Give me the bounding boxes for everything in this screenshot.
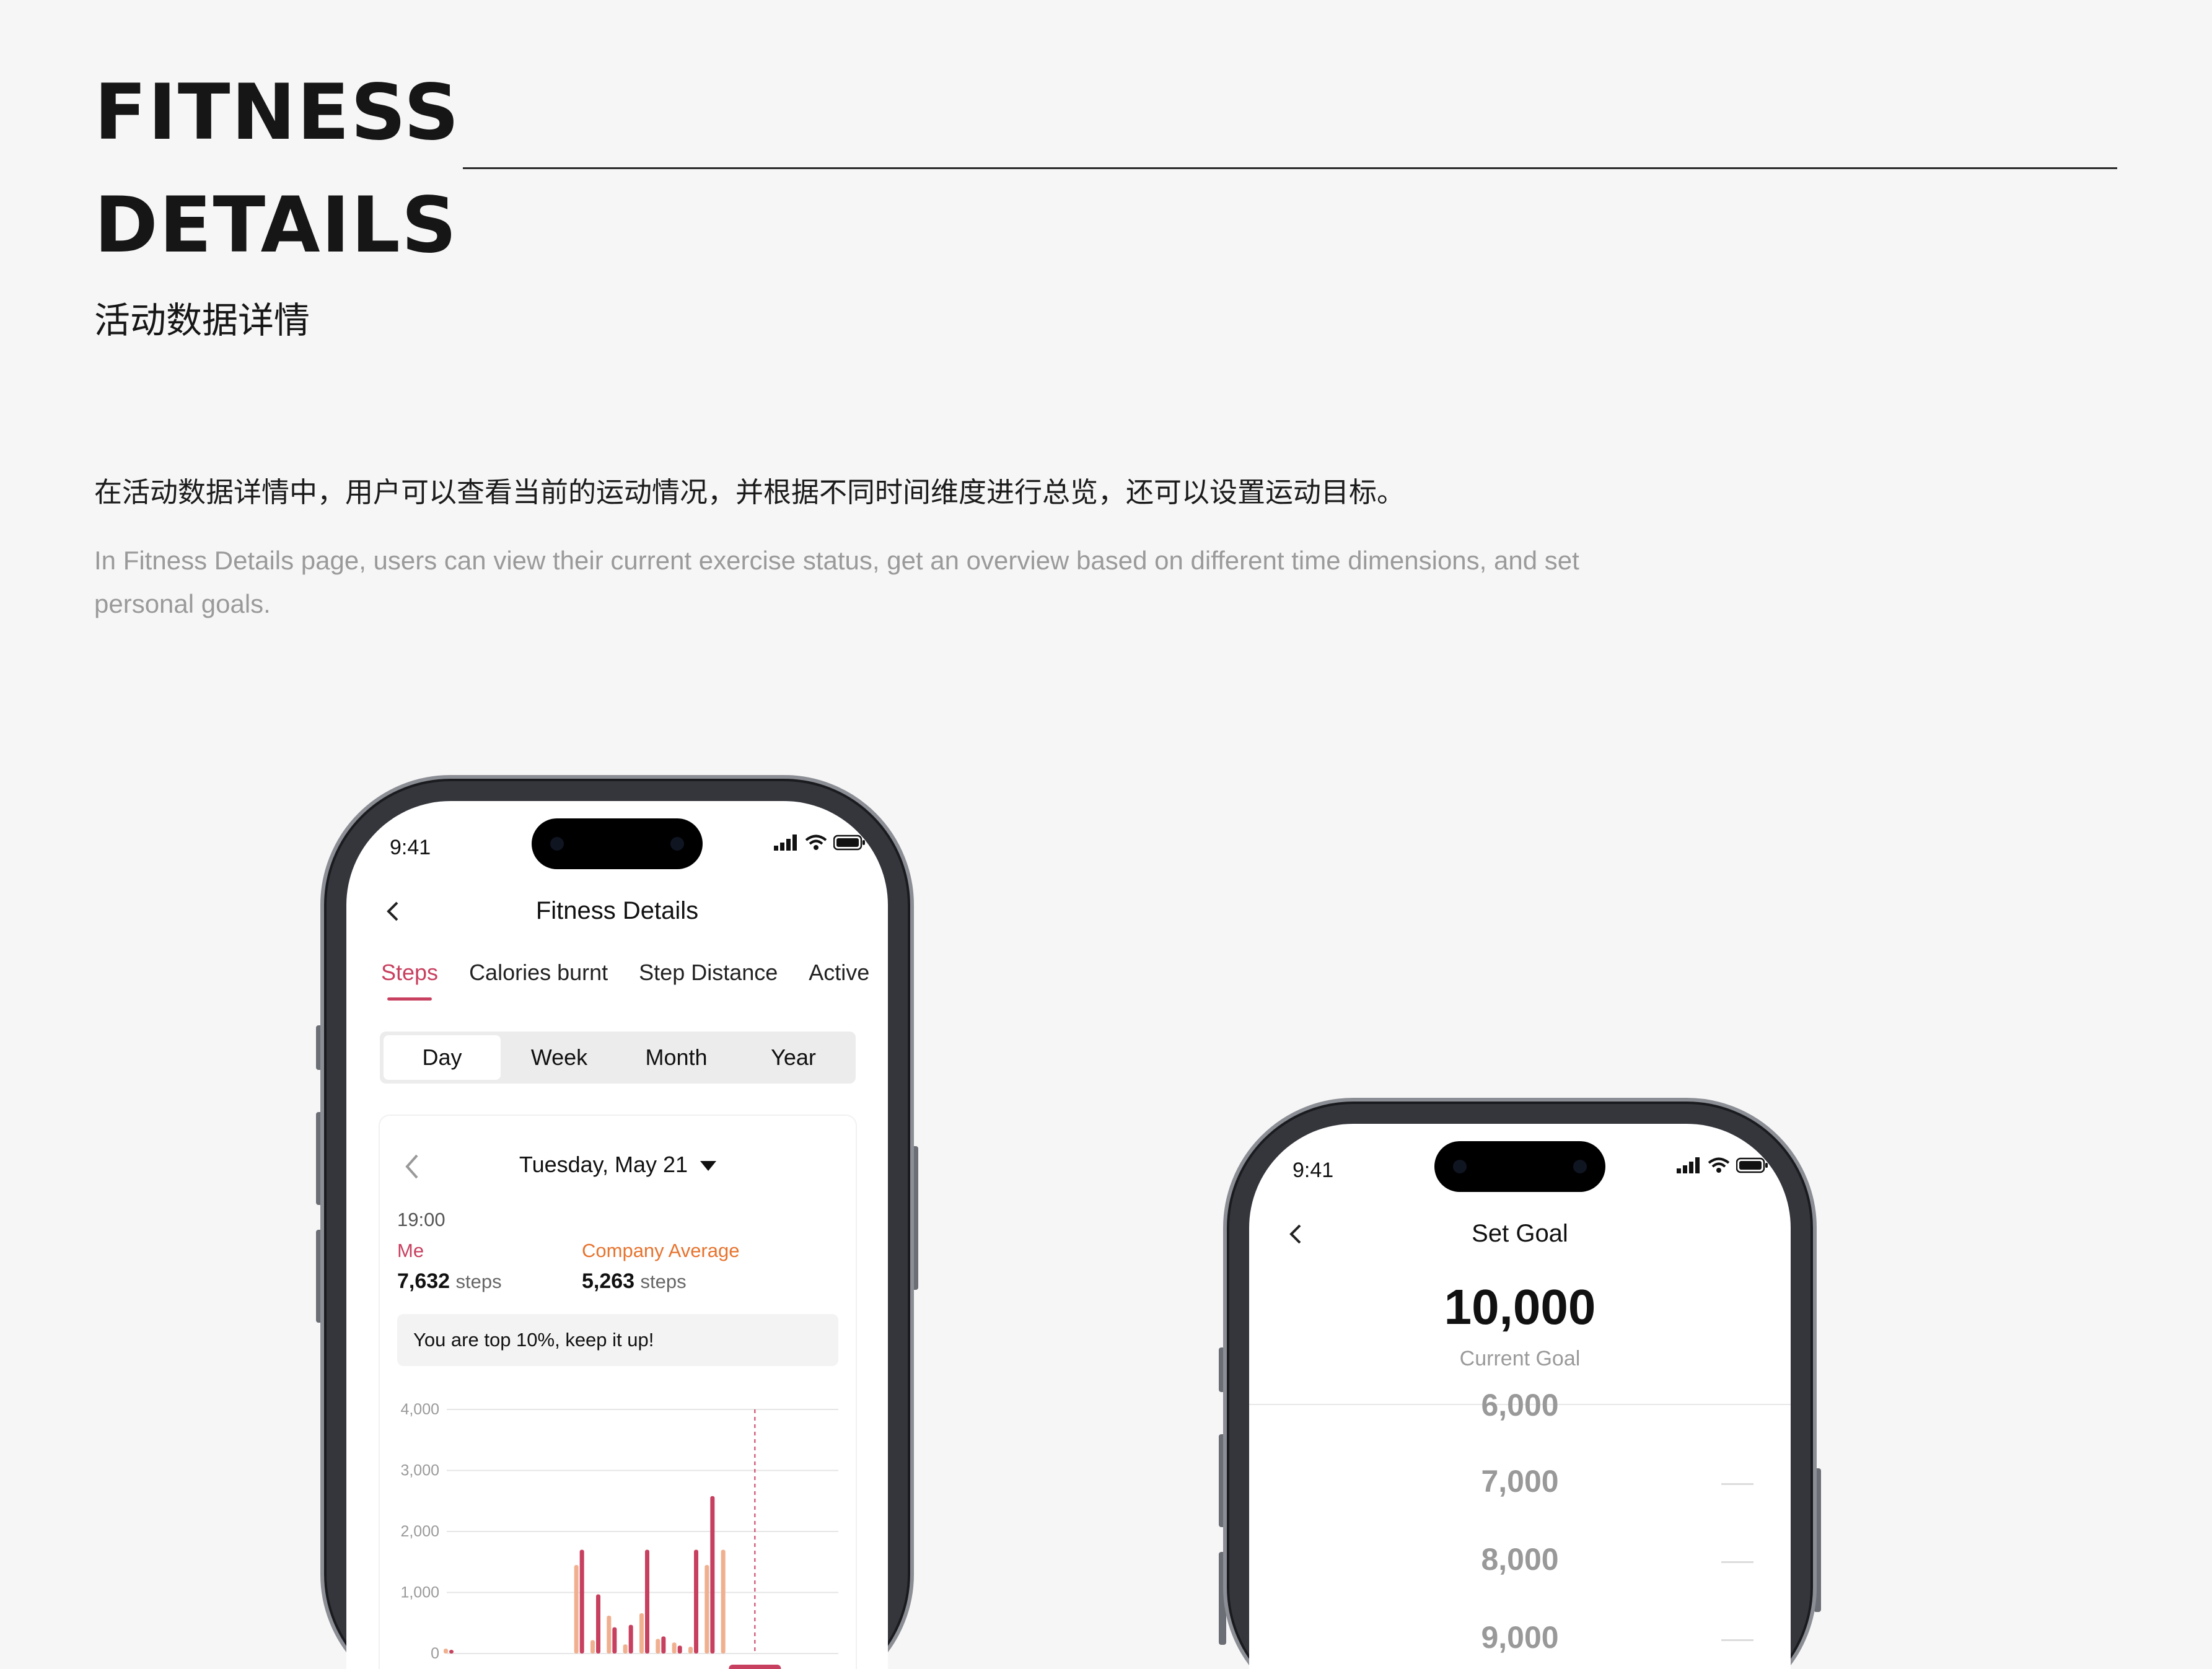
picker-option[interactable]: 7,000	[1249, 1463, 1791, 1499]
page-title-line1: FITNESS	[94, 68, 460, 157]
period-day[interactable]: Day	[384, 1035, 501, 1080]
period-week[interactable]: Week	[501, 1035, 618, 1080]
period-segmented-control: Day Week Month Year	[380, 1032, 856, 1084]
picker-tick	[1721, 1639, 1753, 1641]
stats-card: Tuesday, May 21 19:00 Me Company Average…	[380, 1116, 856, 1669]
phone-fitness-details: 9:41 Fitness Details Steps Calories burnt…	[320, 775, 914, 1669]
company-average-bar	[590, 1640, 595, 1654]
phone1-screen: 9:41 Fitness Details Steps Calories burnt…	[346, 801, 888, 1669]
company-average-bar	[623, 1644, 628, 1654]
tab-steps[interactable]: Steps	[381, 960, 438, 1001]
sensor-icon	[670, 837, 684, 851]
y-tick-label: 2,000	[400, 1523, 439, 1540]
battery-icon	[1736, 1157, 1768, 1173]
status-time: 9:41	[390, 836, 431, 859]
wifi-icon	[1708, 1157, 1730, 1173]
me-bar	[612, 1627, 617, 1654]
picker-tick	[1721, 1561, 1753, 1563]
phone2-screen: 9:41 Set Goal 10,000 Current Goal 6,000 …	[1249, 1124, 1791, 1669]
wifi-icon	[805, 834, 827, 850]
y-tick-label: 0	[431, 1645, 439, 1662]
me-bar	[710, 1496, 715, 1654]
company-average-bar	[607, 1615, 612, 1654]
current-goal-caption: Current Goal	[1459, 1347, 1581, 1370]
nav-title: Set Goal	[1472, 1220, 1568, 1247]
company-average-bar	[639, 1613, 644, 1654]
company-average-bar	[721, 1549, 726, 1654]
page-subtitle-cn: 活动数据详情	[94, 299, 310, 341]
company-average-bar	[704, 1565, 709, 1654]
header-divider	[463, 167, 2117, 169]
sensor-icon	[1573, 1160, 1587, 1173]
nav-title: Fitness Details	[535, 897, 699, 924]
me-bar	[579, 1549, 584, 1654]
description-en: In Fitness Details page, users can view …	[94, 546, 1579, 618]
company-average-bar	[688, 1647, 693, 1654]
phone-set-goal: 9:41 Set Goal 10,000 Current Goal 6,000 …	[1223, 1098, 1817, 1669]
dynamic-island	[532, 818, 703, 869]
tab-active[interactable]: Active	[809, 960, 869, 986]
me-bar	[449, 1650, 454, 1654]
company-average-bar	[656, 1639, 661, 1654]
signal-icon	[1677, 1157, 1700, 1173]
company-average-bar	[574, 1565, 579, 1654]
picker-option[interactable]: 6,000	[1249, 1387, 1791, 1423]
picker-option[interactable]: 9,000	[1249, 1619, 1791, 1655]
company-average-bar	[444, 1649, 448, 1654]
signal-icon	[774, 834, 797, 851]
metric-tabs: Steps Calories burnt Step Distance Active	[381, 960, 888, 1001]
dynamic-island	[1434, 1141, 1605, 1192]
battery-icon	[833, 834, 865, 851]
steps-bar-chart: 4,0003,0002,0001,000000:0006:0012:0018:0…	[400, 1401, 838, 1669]
page-title-line2: DETAILS	[94, 181, 459, 270]
me-bar	[694, 1549, 698, 1654]
y-tick-label: 1,000	[400, 1584, 439, 1601]
camera-icon	[1453, 1160, 1467, 1173]
y-tick-label: 4,000	[400, 1401, 439, 1418]
description-cn: 在活动数据详情中，用户可以查看当前的运动情况，并根据不同时间维度进行总览，还可以…	[94, 476, 1405, 509]
picker-option[interactable]: 8,000	[1249, 1541, 1791, 1577]
me-bar	[677, 1645, 682, 1654]
tab-step-distance[interactable]: Step Distance	[639, 960, 778, 986]
period-year[interactable]: Year	[735, 1035, 852, 1080]
status-icons	[1677, 1157, 1768, 1173]
y-tick-label: 3,000	[400, 1462, 439, 1479]
status-icons	[774, 834, 866, 851]
me-bar	[596, 1594, 600, 1654]
picker-tick	[1721, 1483, 1753, 1485]
camera-icon	[550, 837, 564, 851]
status-time: 9:41	[1293, 1159, 1334, 1182]
period-month[interactable]: Month	[618, 1035, 735, 1080]
me-bar	[645, 1549, 649, 1654]
tab-calories[interactable]: Calories burnt	[469, 960, 608, 986]
me-bar	[628, 1624, 633, 1654]
company-average-bar	[672, 1642, 677, 1654]
me-bar	[661, 1636, 666, 1654]
current-goal-value: 10,000	[1444, 1279, 1596, 1334]
